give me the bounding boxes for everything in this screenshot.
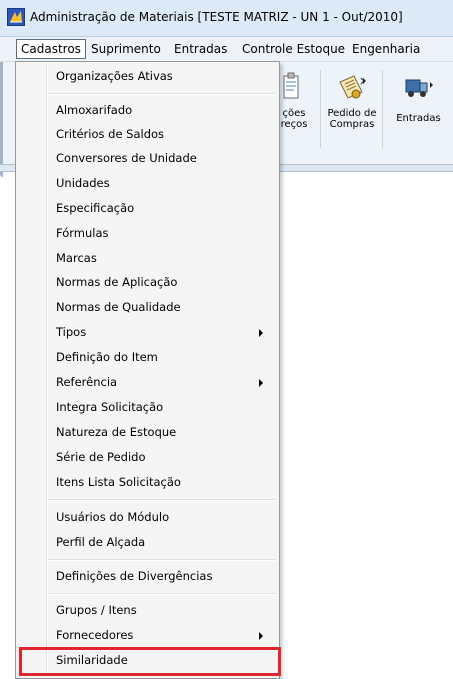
submenu-arrow-icon bbox=[259, 329, 263, 337]
menu-separator bbox=[48, 593, 276, 595]
menu-item-especificacao[interactable]: Especificação bbox=[16, 197, 279, 221]
menu-bar: Cadastros Suprimento Entradas Controle E… bbox=[0, 37, 453, 62]
title-bar: Administração de Materiais [TESTE MATRIZ… bbox=[0, 0, 453, 37]
app-window: Administração de Materiais [TESTE MATRIZ… bbox=[0, 0, 453, 679]
menu-item-grupos-itens[interactable]: Grupos / Itens bbox=[16, 599, 279, 623]
menu-item-label: Definição do Item bbox=[56, 350, 158, 364]
menu-item-label: Almoxarifado bbox=[56, 103, 133, 117]
menu-item-perfil-de-alcada[interactable]: Perfil de Alçada bbox=[16, 531, 279, 555]
menu-item-label: Normas de Qualidade bbox=[56, 300, 181, 314]
menu-item-label: Critérios de Saldos bbox=[56, 127, 165, 141]
truck-icon bbox=[405, 79, 433, 97]
menu-item-normas-de-qualidade[interactable]: Normas de Qualidade bbox=[16, 296, 279, 320]
window-title: Administração de Materiais [TESTE MATRIZ… bbox=[30, 10, 403, 24]
toolbar-button-entradas[interactable]: Entradas bbox=[384, 66, 453, 154]
menu-item-label: Usuários do Módulo bbox=[56, 510, 170, 524]
toolbar-separator bbox=[382, 70, 383, 148]
menu-suprimento[interactable]: Suprimento bbox=[87, 40, 165, 58]
menu-item-organizacoes-ativas[interactable]: Organizações Ativas bbox=[16, 65, 279, 89]
menu-item-label: Organizações Ativas bbox=[56, 69, 173, 83]
menu-separator bbox=[48, 499, 276, 501]
menu-item-unidades[interactable]: Unidades bbox=[16, 172, 279, 196]
submenu-arrow-icon bbox=[259, 379, 263, 387]
menu-item-label: Perfil de Alçada bbox=[56, 535, 146, 549]
menu-item-criterios-de-saldos[interactable]: Critérios de Saldos bbox=[16, 123, 279, 147]
menu-item-almoxarifado[interactable]: Almoxarifado bbox=[16, 99, 279, 123]
menu-item-label: Grupos / Itens bbox=[56, 603, 137, 617]
toolbar-label-line1: Pedido de bbox=[327, 108, 377, 119]
menu-item-label: Referência bbox=[56, 375, 118, 389]
menu-item-marcas[interactable]: Marcas bbox=[16, 247, 279, 271]
highlight-box bbox=[19, 647, 281, 676]
menu-item-label: Série de Pedido bbox=[56, 450, 146, 464]
menu-controle-estoque[interactable]: Controle Estoque bbox=[238, 40, 349, 58]
menu-item-fornecedores[interactable]: Fornecedores bbox=[16, 624, 279, 648]
menu-engenharia[interactable]: Engenharia bbox=[348, 40, 424, 58]
toolbar-label-line1: Entradas bbox=[396, 113, 441, 124]
toolbar-label-line2: reços bbox=[280, 119, 308, 130]
menu-item-serie-de-pedido[interactable]: Série de Pedido bbox=[16, 446, 279, 470]
menu-item-conversores-de-unidade[interactable]: Conversores de Unidade bbox=[16, 147, 279, 171]
menu-item-label: Itens Lista Solicitação bbox=[56, 475, 181, 489]
menu-item-referencia[interactable]: Referência bbox=[16, 371, 279, 395]
menu-cadastros[interactable]: Cadastros bbox=[16, 39, 86, 59]
app-icon bbox=[7, 8, 25, 26]
menu-item-label: Definições de Divergências bbox=[56, 569, 213, 583]
menu-item-natureza-de-estoque[interactable]: Natureza de Estoque bbox=[16, 421, 279, 445]
menu-item-usuarios-do-modulo[interactable]: Usuários do Módulo bbox=[16, 506, 279, 530]
menu-item-label: Conversores de Unidade bbox=[56, 151, 197, 165]
menu-item-label: Integra Solicitação bbox=[56, 400, 164, 414]
menu-item-itens-lista-solicitacao[interactable]: Itens Lista Solicitação bbox=[16, 471, 279, 495]
purchase-order-icon bbox=[339, 75, 366, 99]
menu-item-label: Natureza de Estoque bbox=[56, 425, 177, 439]
toolbar-button-pedido-de-compras[interactable]: Pedido de Compras bbox=[322, 66, 382, 154]
clipboard-icon bbox=[283, 72, 299, 99]
menu-separator bbox=[48, 93, 276, 95]
submenu-arrow-icon bbox=[259, 632, 263, 640]
menu-item-label: Normas de Aplicação bbox=[56, 275, 178, 289]
menu-item-tipos[interactable]: Tipos bbox=[16, 321, 279, 345]
menu-item-definicoes-de-divergencias[interactable]: Definições de Divergências bbox=[16, 565, 279, 589]
menu-item-normas-de-aplicacao[interactable]: Normas de Aplicação bbox=[16, 271, 279, 295]
menu-item-label: Fórmulas bbox=[56, 226, 109, 240]
menu-item-formulas[interactable]: Fórmulas bbox=[16, 222, 279, 246]
menu-item-definicao-do-item[interactable]: Definição do Item bbox=[16, 346, 279, 370]
menu-separator bbox=[48, 559, 276, 561]
menu-item-label: Unidades bbox=[56, 176, 110, 190]
cadastros-dropdown-menu: Organizações Ativas Almoxarifado Critéri… bbox=[15, 61, 281, 679]
menu-item-label: Marcas bbox=[56, 251, 97, 265]
window-frame-edge bbox=[0, 62, 3, 177]
toolbar-separator bbox=[320, 70, 321, 148]
toolbar-label-line1: ções bbox=[282, 108, 306, 119]
menu-item-integra-solicitacao[interactable]: Integra Solicitação bbox=[16, 396, 279, 420]
menu-item-label: Fornecedores bbox=[56, 628, 134, 642]
toolbar-label-line2: Compras bbox=[329, 119, 375, 130]
menu-item-label: Especificação bbox=[56, 201, 135, 215]
menu-entradas[interactable]: Entradas bbox=[170, 40, 231, 58]
menu-item-label: Tipos bbox=[56, 325, 87, 339]
